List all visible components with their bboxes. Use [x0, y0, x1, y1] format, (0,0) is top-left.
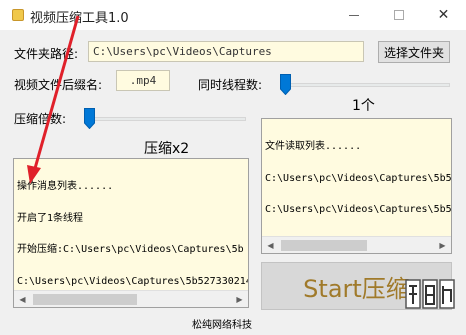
watermark-logo — [404, 276, 456, 324]
annotation-arrow — [27, 15, 80, 184]
